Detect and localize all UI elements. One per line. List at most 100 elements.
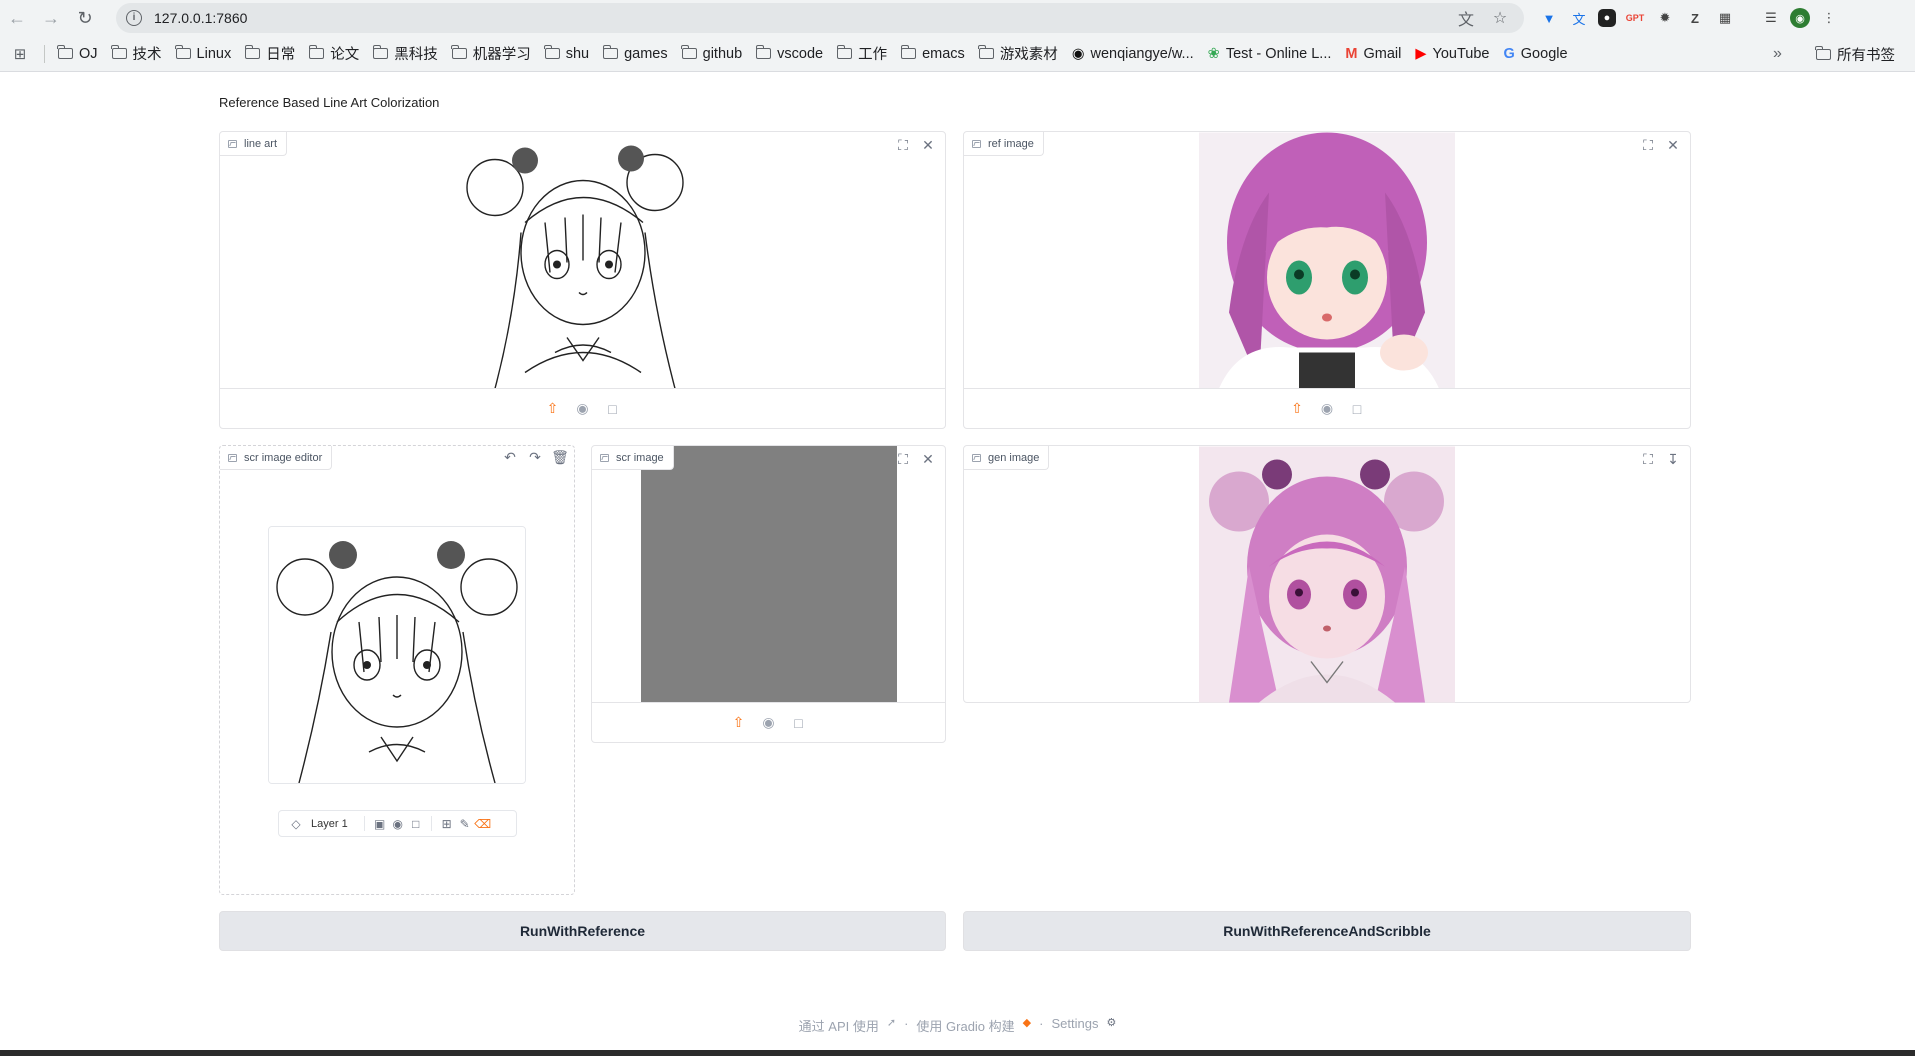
clipboard-icon[interactable]: □ [1347, 399, 1367, 419]
reading-list-icon[interactable]: ☰ [1760, 7, 1782, 29]
brush-icon[interactable]: ✎ [457, 816, 473, 832]
upload-icon[interactable]: ⇧ [729, 713, 749, 733]
bookmark-item[interactable]: 游戏素材 [972, 40, 1065, 68]
api-link[interactable]: 通过 API 使用 [799, 1016, 879, 1035]
close-icon[interactable]: ✕ [918, 449, 938, 469]
close-icon[interactable]: ✕ [1663, 135, 1683, 155]
folder-icon [57, 45, 73, 59]
url-text[interactable]: 127.0.0.1:7860 [154, 10, 247, 26]
gen-image-label-text: gen image [988, 451, 1040, 464]
bookmark-item[interactable]: github [675, 40, 750, 68]
bookmark-item[interactable]: M Gmail [1338, 40, 1408, 68]
all-bookmarks-folder[interactable]: 所有书签 [1809, 40, 1902, 68]
ref-image[interactable] [964, 132, 1690, 389]
run-with-reference-button[interactable]: RunWithReference [219, 911, 946, 951]
image-icon [600, 453, 609, 462]
crop-icon[interactable]: ⊞ [439, 816, 455, 832]
scr-image-editor-block: scr image editor ↶ ↷ 🗑 ◇ Layer 1 ▣ ◉ □ ⊞… [219, 445, 575, 895]
redo-icon[interactable]: ↷ [525, 447, 545, 467]
address-bar[interactable]: i 127.0.0.1:7860 文 ☆ [116, 3, 1524, 33]
clipboard-icon[interactable]: □ [408, 816, 424, 832]
bookmark-label: github [702, 45, 743, 62]
bookmark-item[interactable]: games [596, 40, 675, 68]
extensions-puzzle-icon[interactable]: ▦ [1714, 7, 1736, 29]
run-with-reference-and-scribble-button[interactable]: RunWithReferenceAndScribble [963, 911, 1691, 951]
layers-icon[interactable]: ◇ [288, 816, 304, 832]
eraser-icon[interactable]: ⌫ [474, 816, 491, 832]
bookmark-item[interactable]: 机器学习 [445, 40, 538, 68]
profile-avatar[interactable]: ◉ [1790, 8, 1810, 28]
bookmark-label: wenqiangye/w... [1090, 45, 1194, 62]
scr-editor-label: scr image editor [220, 446, 333, 470]
back-icon[interactable]: ← [0, 1, 34, 35]
bookmark-item[interactable]: G Google [1497, 40, 1575, 68]
bookmark-label: 游戏素材 [999, 47, 1058, 63]
fullscreen-icon[interactable]: ⛶ [893, 449, 913, 469]
webcam-icon[interactable]: ◉ [390, 816, 406, 832]
bookmarks-more-icon[interactable]: » [1766, 40, 1789, 68]
folder-icon [755, 45, 772, 59]
bookmark-label: shu [565, 45, 590, 62]
clipboard-icon[interactable]: □ [603, 399, 623, 419]
bookmark-item[interactable]: ❀ Test - Online L... [1201, 40, 1339, 68]
site-info-icon[interactable]: i [126, 10, 142, 26]
extension-translate-icon[interactable]: 文 [1568, 7, 1590, 29]
extension-dark-icon[interactable]: ● [1598, 9, 1616, 27]
bookmark-item[interactable]: 黑科技 [366, 40, 445, 68]
extension-red-icon[interactable]: GPT [1624, 7, 1646, 29]
gear-icon[interactable]: ⚙ [1106, 1016, 1116, 1035]
layer-selector[interactable]: Layer 1 [311, 818, 348, 830]
webcam-icon[interactable]: ◉ [759, 713, 779, 733]
clipboard-icon[interactable]: □ [789, 713, 809, 733]
webcam-icon[interactable]: ◉ [1317, 399, 1337, 419]
line-art-image[interactable] [220, 132, 945, 389]
apps-grid-icon[interactable]: ⊞ [0, 45, 40, 63]
bookmark-item[interactable]: Linux [169, 40, 239, 68]
upload-icon[interactable]: ⇧ [543, 399, 563, 419]
extension-v-icon[interactable]: ▼ [1538, 7, 1560, 29]
bookmark-item[interactable]: shu [538, 40, 596, 68]
folder-icon [174, 45, 191, 59]
upload-icon[interactable]: ⇧ [1287, 399, 1307, 419]
editor-canvas[interactable] [268, 526, 526, 784]
reload-icon[interactable]: ↻ [68, 1, 102, 35]
gen-image[interactable] [964, 446, 1690, 703]
bookmark-item[interactable]: OJ [51, 40, 105, 68]
image-upload-icon[interactable]: ▣ [372, 816, 388, 832]
bookmark-label: games [624, 45, 668, 62]
trash-icon[interactable]: 🗑 [550, 447, 570, 467]
extension-pinwheel-icon[interactable]: ✹ [1654, 7, 1676, 29]
folder-icon [372, 45, 389, 59]
line-art-label: line art [220, 132, 288, 156]
forward-icon[interactable]: → [34, 1, 68, 35]
extension-z-icon[interactable]: Z [1684, 7, 1706, 29]
folder-icon [308, 45, 325, 59]
scr-image[interactable] [592, 446, 945, 703]
download-icon[interactable]: ↧ [1663, 449, 1683, 469]
line-art-block: line art ⛶ ✕ ⇧ ◉ □ [219, 131, 946, 429]
window-bottom-edge [0, 1050, 1915, 1056]
fullscreen-icon[interactable]: ⛶ [1638, 449, 1658, 469]
editor-toolbar: ◇ Layer 1 ▣ ◉ □ ⊞ ✎ ⌫ [278, 810, 517, 837]
bookmark-item[interactable]: ▶ YouTube [1408, 40, 1496, 68]
bookmark-item[interactable]: ◉ wenqiangye/w... [1065, 40, 1201, 68]
bookmark-item[interactable]: vscode [749, 40, 830, 68]
bookmark-star-icon[interactable]: ☆ [1490, 9, 1510, 27]
gradio-link[interactable]: 使用 Gradio 构建 [916, 1016, 1014, 1035]
ref-image-label-text: ref image [988, 137, 1034, 150]
settings-link[interactable]: Settings [1051, 1016, 1098, 1035]
bookmark-item[interactable]: 日常 [238, 40, 302, 68]
bookmark-item[interactable]: 工作 [830, 40, 894, 68]
bookmark-item[interactable]: 论文 [302, 40, 366, 68]
app-title: Reference Based Line Art Colorization [219, 95, 440, 110]
close-icon[interactable]: ✕ [918, 135, 938, 155]
bookmark-item[interactable]: emacs [894, 40, 972, 68]
bookmark-item[interactable]: 技术 [105, 40, 169, 68]
fullscreen-icon[interactable]: ⛶ [893, 135, 913, 155]
webcam-icon[interactable]: ◉ [573, 399, 593, 419]
fullscreen-icon[interactable]: ⛶ [1638, 135, 1658, 155]
browser-menu-icon[interactable]: ⋮ [1818, 7, 1840, 29]
translate-icon[interactable]: 文 [1456, 9, 1476, 29]
undo-icon[interactable]: ↶ [500, 447, 520, 467]
scr-image-block: scr image ⛶ ✕ ⇧ ◉ □ [591, 445, 946, 743]
